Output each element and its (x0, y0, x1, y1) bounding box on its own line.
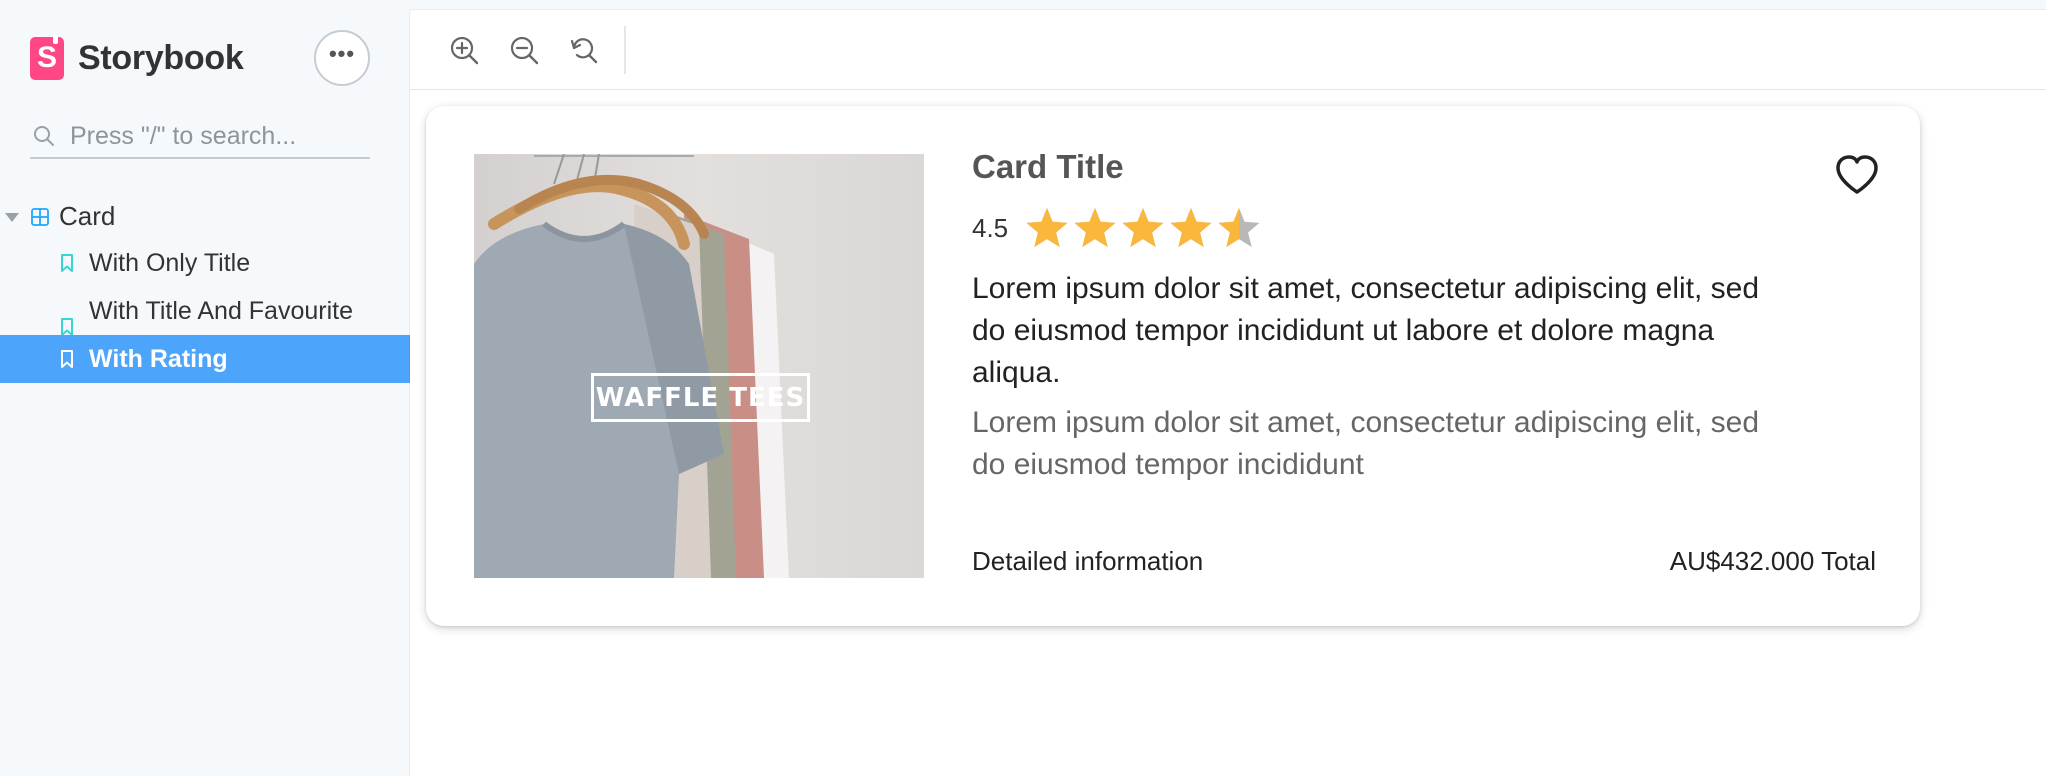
star-icon (1122, 208, 1164, 247)
zoom-in-icon (450, 36, 479, 64)
preview-panel: WAFFLE TEES Card Title 4.5 Lorem ipsum d… (410, 10, 2046, 776)
story-label: With Rating (89, 345, 228, 373)
story-item-with-title-and-favourite[interactable]: With Title And Favourite (0, 287, 410, 336)
rating: 4.5 (972, 206, 1872, 250)
toolbar-divider (624, 25, 626, 74)
sidebar-menu-button[interactable]: ••• (314, 30, 370, 86)
caret-down-icon[interactable] (5, 213, 19, 222)
search-bar (30, 115, 370, 159)
bookmark-icon (61, 318, 73, 336)
favourite-button[interactable] (1834, 154, 1880, 196)
star-icon (1026, 208, 1068, 247)
brand[interactable]: S Storybook (30, 34, 244, 80)
reset-zoom-icon (570, 37, 598, 63)
story-label: With Title And Favourite (89, 297, 354, 325)
more-icon: ••• (328, 41, 356, 66)
zoom-out-button[interactable] (502, 28, 546, 72)
tree-group-card[interactable]: Card (0, 195, 410, 239)
star-icon (1170, 208, 1212, 247)
sidebar: S Storybook ••• Card (0, 0, 410, 776)
image-caption: WAFFLE TEES (591, 373, 810, 422)
search-input[interactable] (70, 121, 350, 151)
zoom-out-icon (510, 36, 539, 64)
card-footer: Detailed information AU$432.000 Total (972, 546, 1876, 577)
bookmark-icon (61, 350, 73, 368)
heart-outline-icon (1836, 155, 1878, 194)
star-rating (1024, 206, 1264, 250)
tshirts-illustration (474, 154, 789, 578)
product-card: WAFFLE TEES Card Title 4.5 Lorem ipsum d… (426, 106, 1920, 626)
rating-value: 4.5 (972, 212, 1009, 243)
toolbar (410, 10, 2046, 90)
story-label: With Only Title (89, 249, 251, 277)
story-tree: Card With Only Title With Title And Favo… (0, 195, 410, 383)
star-icon (1218, 208, 1260, 247)
tree-group-label: Card (59, 201, 116, 231)
storybook-app: S Storybook ••• Card (0, 0, 2046, 776)
card-content: Card Title 4.5 Lorem ipsum dolor sit ame… (972, 148, 1872, 486)
card-subdescription: Lorem ipsum dolor sit amet, consectetur … (972, 406, 1760, 481)
zoom-in-button[interactable] (442, 28, 486, 72)
detailed-information: Detailed information (972, 546, 1204, 576)
card-title: Card Title (972, 148, 1124, 185)
star-icon (1074, 208, 1116, 247)
story-item-with-rating[interactable]: With Rating (0, 335, 410, 383)
product-image: WAFFLE TEES (474, 154, 924, 578)
reset-zoom-button[interactable] (562, 28, 606, 72)
card-description: Lorem ipsum dolor sit amet, consectetur … (972, 272, 1760, 389)
bookmark-icon (61, 254, 73, 272)
brand-title: Storybook (78, 38, 244, 77)
storybook-logo-icon: S (30, 34, 64, 80)
component-icon (31, 208, 49, 226)
story-item-with-only-title[interactable]: With Only Title (0, 239, 410, 287)
price-total: AU$432.000 Total (1669, 546, 1876, 576)
search-icon (34, 126, 54, 146)
